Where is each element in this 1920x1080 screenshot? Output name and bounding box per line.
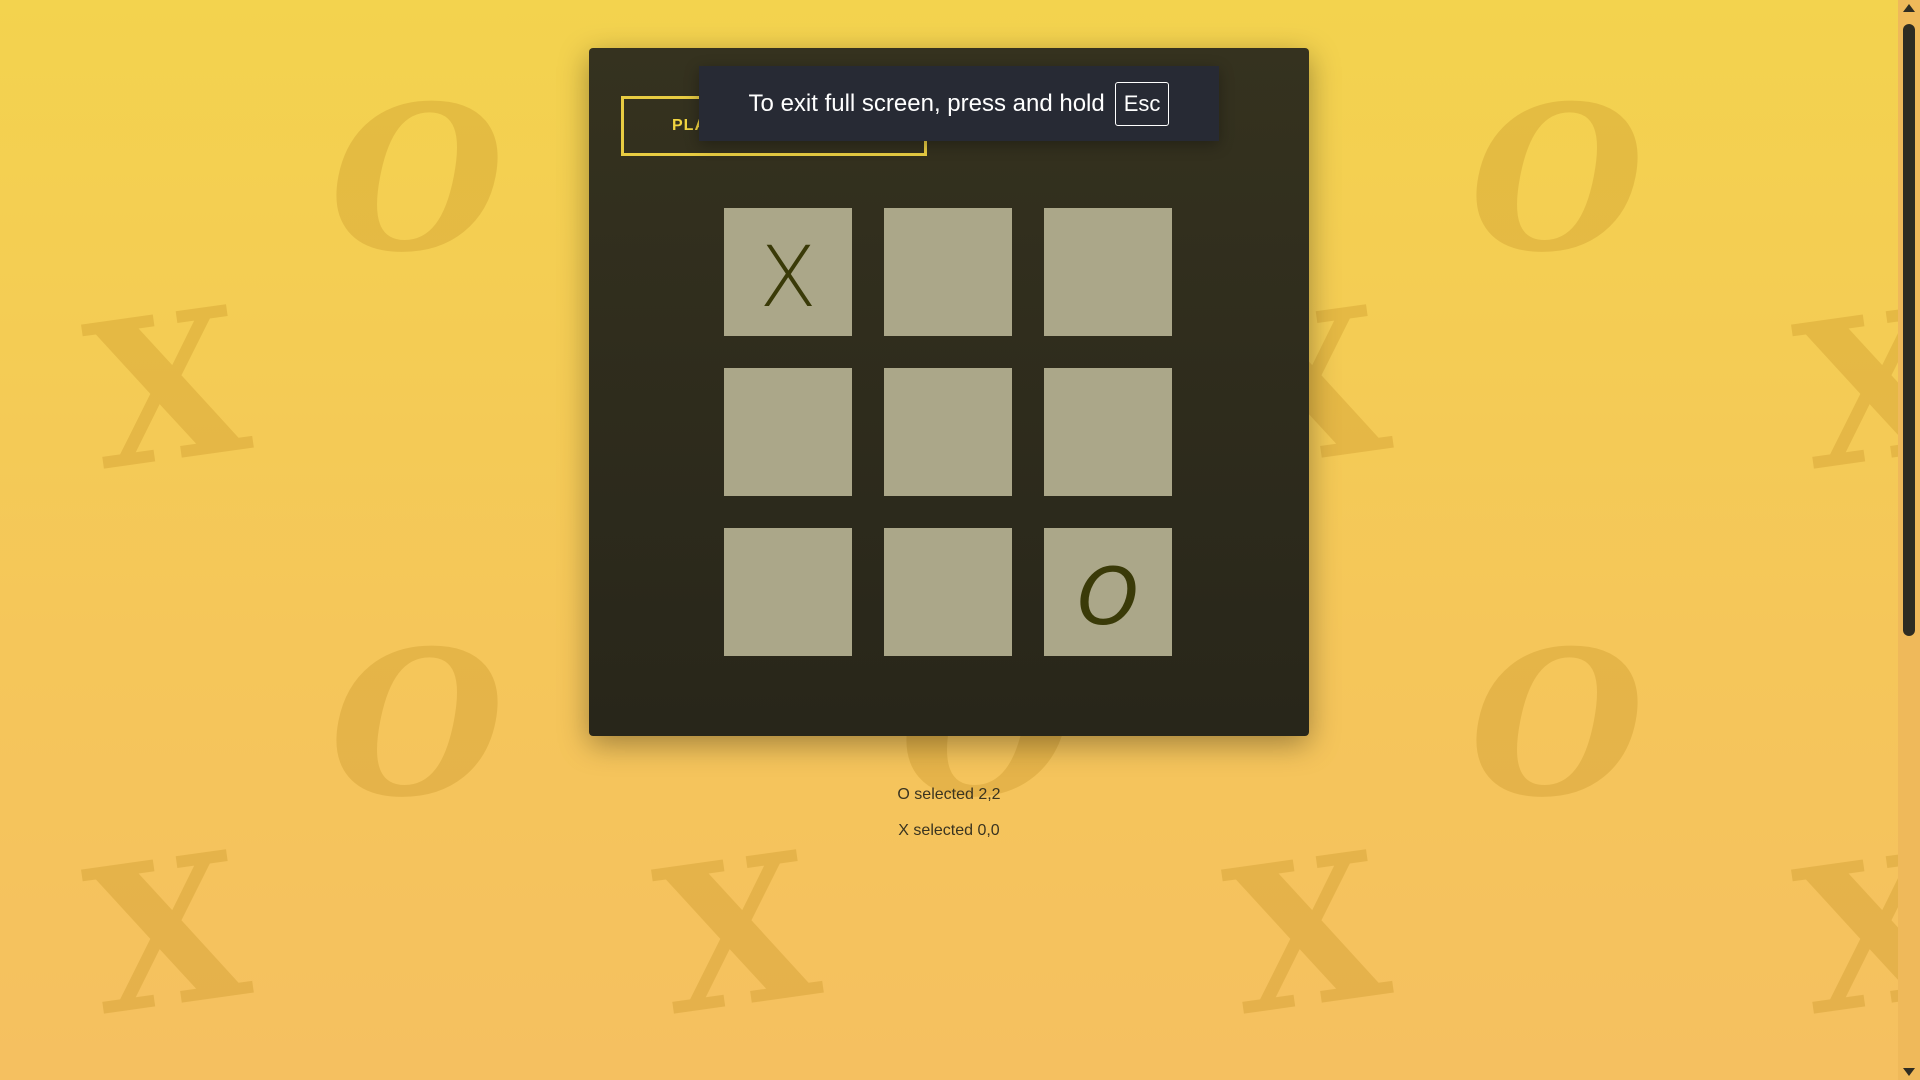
background-x-mark: X xyxy=(74,262,261,517)
vertical-scrollbar[interactable] xyxy=(1898,0,1920,1080)
background-x-mark: X xyxy=(644,807,831,1062)
background-o-mark: O xyxy=(330,607,505,842)
move-log-entry: O selected 2,2 xyxy=(897,786,1001,803)
game-board: X O xyxy=(724,208,1172,656)
background-x-mark: X xyxy=(74,807,261,1062)
game-panel: PLA X O xyxy=(589,48,1309,736)
background-x-mark: X xyxy=(1784,807,1898,1062)
esc-key-badge: Esc xyxy=(1114,81,1170,126)
board-cell-2-2[interactable]: O xyxy=(1044,528,1172,656)
board-cell-0-1[interactable] xyxy=(884,208,1012,336)
background-x-mark: X xyxy=(1784,262,1898,517)
board-cell-2-0[interactable] xyxy=(724,528,852,656)
scroll-up-arrow-icon[interactable] xyxy=(1903,4,1915,12)
scrollbar-thumb[interactable] xyxy=(1903,24,1915,636)
o-mark: O xyxy=(1077,553,1139,643)
scroll-down-arrow-icon[interactable] xyxy=(1903,1068,1915,1076)
background-x-mark: X xyxy=(1214,807,1401,1062)
background-o-mark: O xyxy=(1470,607,1645,842)
background-o-mark: O xyxy=(1470,62,1645,297)
move-log: O selected 2,2 X selected 0,0 xyxy=(889,782,1009,854)
board-cell-2-1[interactable] xyxy=(884,528,1012,656)
board-cell-1-2[interactable] xyxy=(1044,368,1172,496)
x-mark: X xyxy=(759,228,817,326)
move-log-entry: X selected 0,0 xyxy=(898,822,1000,839)
toast-message: To exit full screen, press and hold xyxy=(748,89,1105,117)
fullscreen-exit-toast: To exit full screen, press and hold Esc xyxy=(699,66,1219,141)
board-cell-1-0[interactable] xyxy=(724,368,852,496)
board-cell-0-2[interactable] xyxy=(1044,208,1172,336)
background-o-mark: O xyxy=(330,62,505,297)
board-cell-0-0[interactable]: X xyxy=(724,208,852,336)
board-cell-1-1[interactable] xyxy=(884,368,1012,496)
